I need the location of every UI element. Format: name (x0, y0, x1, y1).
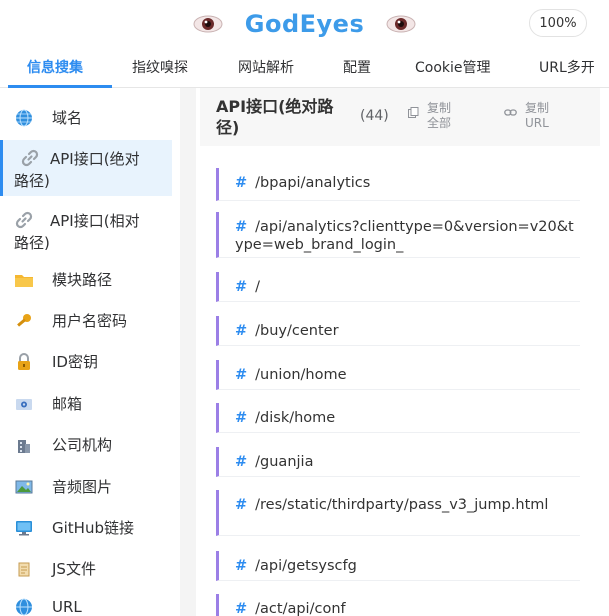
sidebar-item-media[interactable]: 音频图片 (0, 476, 172, 498)
hash-icon: # (235, 367, 248, 383)
result-item[interactable]: #/res/static/thirdparty/pass_v3_jump.htm… (216, 490, 580, 536)
lock-icon (14, 352, 34, 372)
copy-all-button[interactable]: 复制全部 (408, 101, 459, 131)
result-item[interactable]: #/bpapi/analytics (216, 168, 580, 201)
results-header: API接口(绝对路径) (44) 复制全部 复制URL (200, 88, 600, 146)
sidebar-item-id-key[interactable]: ID密钥 (0, 351, 172, 373)
globe-icon (14, 108, 34, 128)
tab-info-gathering[interactable]: 信息搜集 (27, 48, 83, 87)
sidebar-item-content: API接口(相对路径) (0, 210, 152, 254)
sidebar-item-content: API接口(绝对路径) (0, 148, 152, 192)
key-icon (14, 311, 34, 331)
hash-icon: # (235, 279, 248, 295)
link-icon (504, 107, 517, 131)
sidebar-item-github[interactable]: GitHub链接 (0, 517, 172, 539)
sidebar-item-module-path[interactable]: 模块路径 (0, 269, 172, 291)
globe-icon (14, 597, 34, 616)
sidebar-item-credentials[interactable]: 用户名密码 (0, 310, 172, 332)
sidebar-item-label: URL (52, 598, 82, 616)
sidebar-item-label: 邮箱 (52, 395, 83, 413)
result-item[interactable]: # / (216, 272, 580, 302)
app-name: GodEyes (244, 10, 365, 38)
sidebar-item-company[interactable]: 公司机构 (0, 434, 172, 456)
copy-icon (408, 107, 419, 131)
hash-icon: # (235, 323, 248, 339)
sidebar-item-label: 模块路径 (52, 271, 113, 289)
result-item[interactable]: #/buy/center (216, 316, 580, 346)
hash-icon: # (235, 410, 248, 426)
tab-config[interactable]: 配置 (343, 48, 371, 87)
results-count: (44) (360, 108, 389, 124)
hash-icon: # (235, 454, 248, 470)
tab-site-parse[interactable]: 网站解析 (238, 48, 294, 87)
sidebar-item-label: 用户名密码 (52, 312, 128, 330)
link-icon (14, 210, 34, 230)
sidebar-item-api-relative[interactable]: API接口(相对路径) (0, 206, 172, 254)
copy-all-label: 复制全部 (427, 101, 452, 130)
monitor-icon (14, 518, 34, 538)
image-icon (14, 477, 34, 497)
active-indicator (0, 140, 3, 196)
eye-icon (193, 15, 223, 33)
sidebar: 域名 API接口(绝对路径) API接口(相对路径) 模块路径 用户名密码 ID… (0, 88, 176, 616)
result-item[interactable]: #/guanjia (216, 447, 580, 477)
results-title: API接口(绝对路径) (216, 97, 334, 137)
tab-fingerprint[interactable]: 指纹嗅探 (132, 48, 188, 87)
hash-icon: # (235, 558, 248, 574)
sidebar-item-label: 音频图片 (52, 478, 113, 496)
folder-icon (14, 270, 34, 290)
sidebar-item-label: ID密钥 (52, 353, 98, 371)
zoom-button[interactable]: 100% (529, 9, 587, 37)
scroll-icon (14, 559, 34, 579)
sidebar-item-label: 公司机构 (52, 436, 113, 454)
copy-url-button[interactable]: 复制URL (504, 101, 557, 131)
sidebar-item-label: 域名 (52, 109, 83, 127)
tab-cookie[interactable]: Cookie管理 (415, 48, 491, 87)
result-item[interactable]: #/api/getsyscfg (216, 551, 580, 581)
eye-icon (386, 15, 416, 33)
result-item[interactable]: #/disk/home (216, 403, 580, 433)
hash-icon: # (235, 175, 248, 191)
building-icon (14, 435, 34, 455)
sidebar-item-email[interactable]: 邮箱 (0, 393, 172, 415)
sidebar-item-label: JS文件 (52, 560, 96, 578)
results-panel: API接口(绝对路径) (44) 复制全部 复制URL #/bpapi/anal… (200, 88, 609, 616)
result-item[interactable]: #/api/analytics?clienttype=0&version=v20… (216, 212, 580, 258)
sidebar-item-label: GitHub链接 (52, 519, 134, 537)
sidebar-item-domain[interactable]: 域名 (0, 107, 172, 129)
hash-icon: # (235, 219, 248, 235)
sidebar-item-url[interactable]: URL (0, 596, 172, 616)
result-item[interactable]: #/act/api/conf (216, 594, 580, 616)
sidebar-item-js-files[interactable]: JS文件 (0, 558, 172, 580)
app-header: GodEyes 100% (0, 0, 609, 48)
tab-url-multi[interactable]: URL多开 (539, 48, 595, 87)
app-logo: GodEyes (0, 0, 609, 48)
sidebar-scrollbar[interactable] (180, 88, 196, 616)
main-tabs: 信息搜集 指纹嗅探 网站解析 配置 Cookie管理 URL多开 (0, 48, 609, 88)
hash-icon: # (235, 497, 248, 513)
result-item[interactable]: #/union/home (216, 360, 580, 390)
copy-url-label: 复制URL (525, 101, 550, 130)
link-icon (20, 148, 40, 168)
hash-icon: # (235, 601, 248, 616)
sidebar-item-api-absolute[interactable]: API接口(绝对路径) (0, 140, 172, 196)
mail-icon (14, 394, 34, 414)
